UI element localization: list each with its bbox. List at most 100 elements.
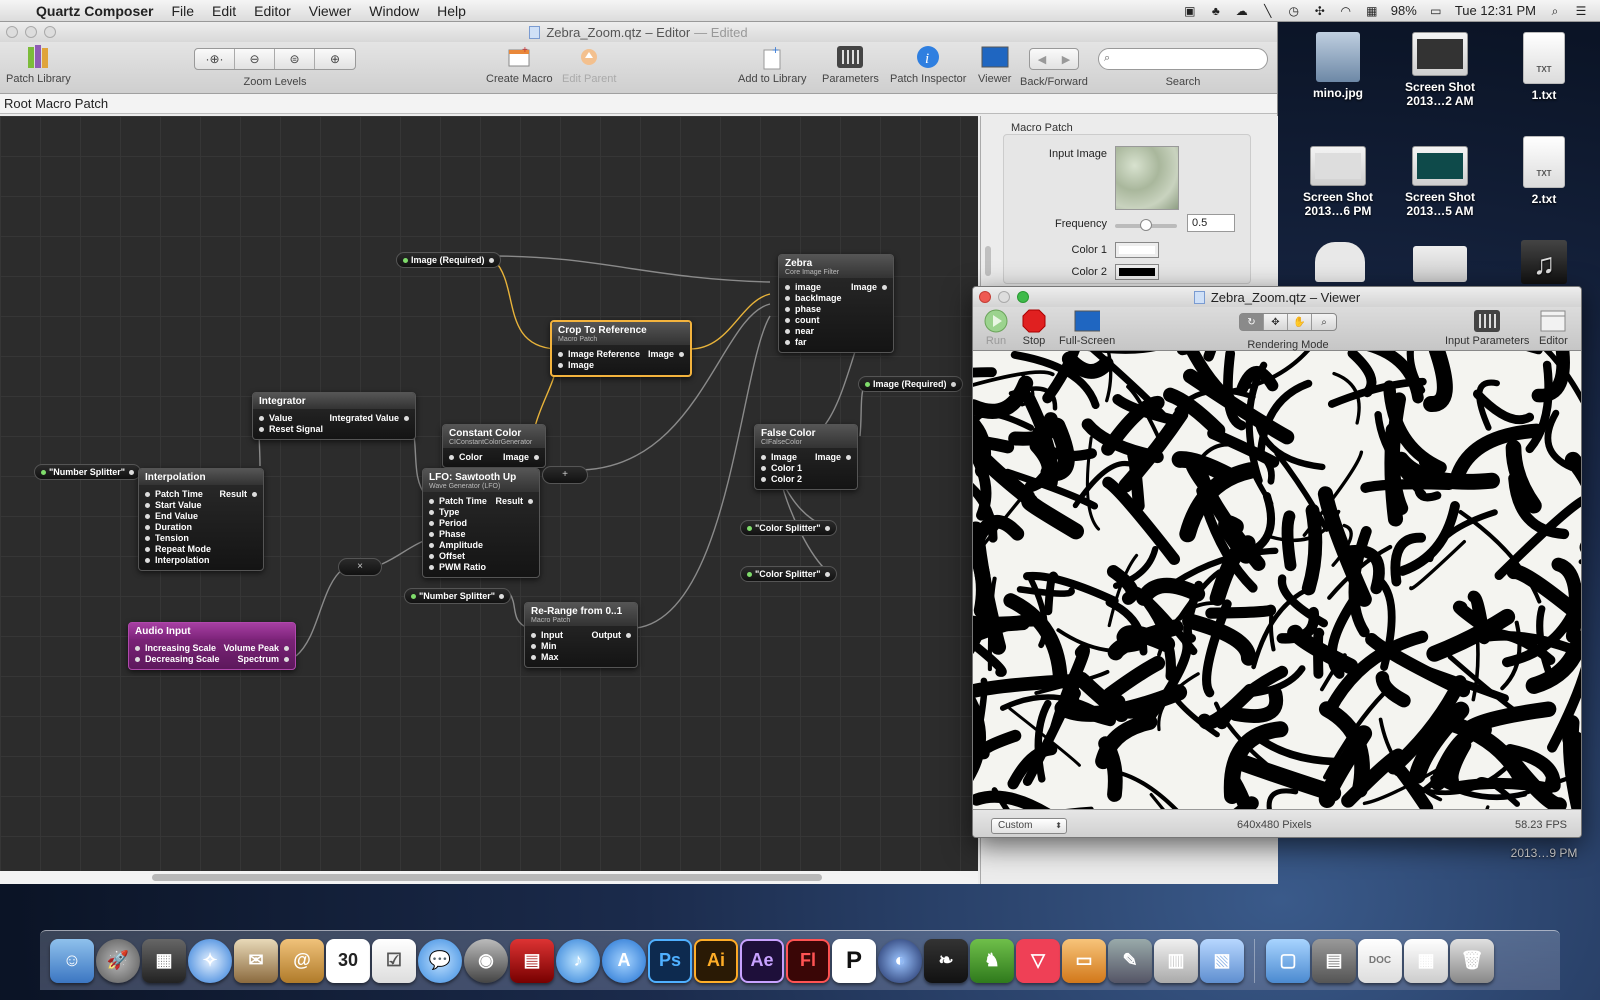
calendar-icon[interactable]: 30 — [326, 938, 370, 983]
port-min[interactable]: Min — [531, 641, 563, 652]
zebra-node-header[interactable]: Zebra Core Image Filter — [779, 255, 893, 278]
port-reset-signal[interactable]: Reset Signal — [259, 424, 323, 435]
port-start-value[interactable]: Start Value — [145, 500, 211, 511]
wifi-icon[interactable]: ◠ — [1339, 5, 1353, 17]
port-patch-time[interactable]: Patch Time — [429, 496, 487, 507]
zebra-node[interactable]: Zebra Core Image Filter image backImage p… — [778, 254, 894, 353]
contacts-icon[interactable]: @ — [280, 938, 324, 983]
color1-well[interactable] — [1115, 242, 1159, 258]
desktop-icon-partial-3[interactable]: ♫ — [1494, 240, 1594, 288]
screen-recorder-icon[interactable]: ▣ — [1183, 5, 1197, 17]
zoom-fit-icon[interactable]: ·⊕· — [195, 49, 235, 69]
port-period[interactable]: Period — [429, 518, 487, 529]
wire[interactable] — [689, 293, 771, 350]
flag-icon[interactable]: ▦ — [1365, 5, 1379, 17]
quartz-composer-icon[interactable]: ❧ — [924, 938, 968, 983]
port-count[interactable]: count — [785, 315, 842, 326]
port-volume-peak[interactable]: Volume Peak — [224, 643, 289, 654]
illustrator-icon[interactable]: Ai — [694, 938, 738, 983]
create-macro-button[interactable]: + Create Macro — [486, 44, 553, 85]
port-far[interactable]: far — [785, 337, 842, 348]
notification-center-icon[interactable]: ☰ — [1574, 5, 1588, 17]
reminders-icon[interactable]: ☑ — [372, 938, 416, 983]
menu-clock[interactable]: Tue 12:31 PM — [1455, 3, 1536, 18]
magnify-icon[interactable]: ⌕ — [1312, 314, 1336, 330]
port-output-image[interactable]: Image — [815, 452, 851, 463]
wire[interactable] — [295, 567, 345, 657]
false-color-node-header[interactable]: False Color CIFalseColor — [755, 425, 857, 448]
lfo-node-header[interactable]: LFO: Sawtooth Up Wave Generator (LFO) — [423, 469, 539, 492]
slider-knob[interactable] — [1140, 219, 1152, 231]
zoom-actual-icon[interactable]: ⊜ — [275, 49, 315, 69]
scrollbar-thumb[interactable] — [152, 874, 822, 881]
integrator-node-header[interactable]: Integrator — [253, 393, 415, 409]
patch-inspector-button[interactable]: i Patch Inspector — [890, 44, 966, 85]
mail-icon[interactable]: ✉ — [234, 938, 278, 983]
itunes-icon[interactable]: ♪ — [556, 938, 600, 983]
mission-control-icon[interactable]: ▦ — [142, 938, 186, 983]
port-result[interactable]: Result — [495, 496, 533, 507]
port-repeat-mode[interactable]: Repeat Mode — [145, 544, 211, 555]
keynote-icon[interactable]: ▭ — [1062, 938, 1106, 983]
color-splitter-2[interactable]: "Color Splitter" — [740, 566, 837, 582]
close-button[interactable] — [6, 26, 18, 38]
menu-viewer[interactable]: Viewer — [309, 3, 352, 19]
photo-booth-icon[interactable]: ▤ — [510, 938, 554, 983]
refresh-icon[interactable]: ↻ — [1240, 314, 1264, 330]
edit-parent-button[interactable]: Edit Parent — [562, 44, 616, 85]
port-color[interactable]: Color — [449, 452, 483, 463]
wire[interactable] — [381, 539, 427, 565]
cloud-icon[interactable]: ☁ — [1235, 5, 1249, 17]
menu-editor[interactable]: Editor — [254, 3, 291, 19]
port-color-1[interactable]: Color 1 — [761, 463, 802, 474]
port-image-reference[interactable]: Image Reference — [558, 349, 640, 360]
port-decreasing-scale[interactable]: Decreasing Scale — [135, 654, 220, 665]
desktop-icon-partial-2[interactable] — [1390, 246, 1490, 286]
pen-icon[interactable]: ╲ — [1261, 5, 1275, 17]
port-pwm-ratio[interactable]: PWM Ratio — [429, 562, 487, 573]
bluetooth-icon[interactable]: ✣ — [1313, 5, 1327, 17]
menu-window[interactable]: Window — [369, 3, 419, 19]
number-splitter-2[interactable]: "Number Splitter" — [404, 588, 512, 604]
close-button[interactable] — [979, 291, 991, 303]
evernote-menu-icon[interactable]: ♣ — [1209, 5, 1223, 17]
preview-icon[interactable]: ▧ — [1200, 938, 1244, 983]
input-image-well[interactable] — [1115, 146, 1179, 210]
constant-color-node[interactable]: Constant Color CIConstantColorGenerator C… — [442, 424, 546, 468]
grapher-icon[interactable]: ▥ — [1154, 938, 1198, 983]
launchpad-icon[interactable]: 🚀 — [96, 938, 140, 983]
fullscreen-button[interactable]: Full-Screen — [1059, 309, 1115, 347]
menu-help[interactable]: Help — [437, 3, 466, 19]
breadcrumb-root[interactable]: Root Macro Patch — [4, 96, 108, 111]
inspector-scrollbar[interactable] — [981, 116, 995, 276]
menu-file[interactable]: File — [171, 3, 194, 19]
desktop-icon-screenshot-3[interactable]: Screen Shot 2013…5 AM — [1390, 146, 1490, 218]
port-phase[interactable]: phase — [785, 304, 842, 315]
rerange-node[interactable]: Re-Range from 0..1 Macro Patch Input Min … — [524, 602, 638, 668]
port-value[interactable]: Value — [259, 413, 323, 424]
patch-canvas[interactable]: Image (Required) Zebra Core Image Filter … — [0, 116, 978, 871]
interpolation-node[interactable]: Interpolation Patch Time Start Value End… — [138, 468, 264, 571]
image-required-input-splitter[interactable]: Image (Required) — [396, 252, 501, 268]
integrator-node[interactable]: Integrator Value Reset Signal Integrated… — [252, 392, 416, 440]
port-tension[interactable]: Tension — [145, 533, 211, 544]
safari-icon[interactable]: ✧ — [188, 938, 232, 983]
desktop-icon-screenshot-1[interactable]: Screen Shot 2013…2 AM — [1390, 32, 1490, 108]
port-near[interactable]: near — [785, 326, 842, 337]
port-output-image[interactable]: Image — [648, 349, 684, 360]
input-parameters-button[interactable]: Input Parameters — [1445, 309, 1529, 347]
port-interpolation[interactable]: Interpolation — [145, 555, 211, 566]
port-output-image[interactable]: Image — [851, 282, 887, 293]
render-canvas[interactable] — [973, 351, 1581, 809]
pocket-icon[interactable]: ▽ — [1016, 938, 1060, 983]
minimize-button[interactable] — [998, 291, 1010, 303]
zoom-button[interactable] — [1017, 291, 1029, 303]
photoshop-icon[interactable]: Ps — [648, 938, 692, 983]
crop-to-reference-node[interactable]: Crop To Reference Macro Patch Image Refer… — [550, 320, 692, 377]
zoom-out-icon[interactable]: ⊖ — [235, 49, 275, 69]
patch-library-button[interactable]: Patch Library — [6, 44, 71, 85]
port-output-image[interactable]: Image — [503, 452, 539, 463]
port-backimage[interactable]: backImage — [785, 293, 842, 304]
rerange-node-header[interactable]: Re-Range from 0..1 Macro Patch — [525, 603, 637, 626]
script-editor-icon[interactable]: ✎ — [1108, 938, 1152, 983]
